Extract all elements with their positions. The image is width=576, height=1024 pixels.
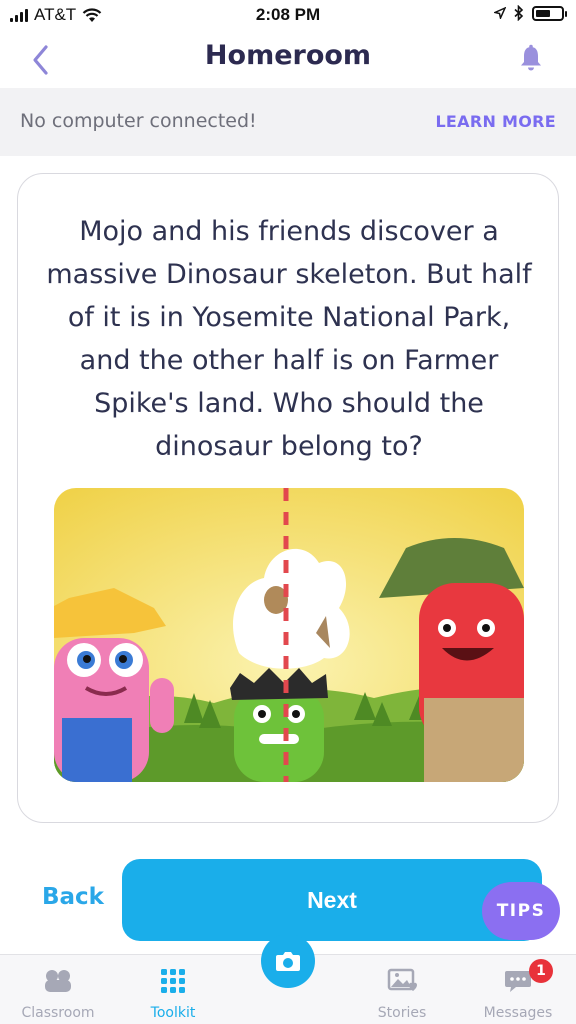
tab-label-toolkit: Toolkit	[150, 1005, 196, 1021]
tab-label-classroom: Classroom	[21, 1005, 95, 1021]
story-card: Mojo and his friends discover a massive …	[17, 173, 559, 823]
tab-classroom[interactable]: Classroom	[10, 955, 106, 1024]
status-icons	[494, 5, 567, 21]
stories-icon	[387, 968, 417, 991]
tab-label-messages: Messages	[483, 1005, 553, 1021]
next-button[interactable]: Next	[122, 859, 542, 941]
battery-level	[536, 9, 551, 17]
page-title: Homeroom	[204, 40, 372, 71]
camera-button[interactable]	[261, 934, 315, 988]
bell-icon[interactable]	[518, 44, 544, 72]
connection-banner: No computer connected! LEARN MORE	[0, 88, 576, 156]
location-arrow-icon	[494, 7, 506, 19]
navigation-bar: Homeroom	[0, 32, 576, 88]
battery-icon	[532, 5, 567, 21]
grid-icon	[161, 969, 185, 993]
connection-status-text: No computer connected!	[20, 110, 257, 132]
classroom-icon	[45, 970, 71, 992]
learn-more-link[interactable]: LEARN MORE	[435, 112, 556, 131]
bluetooth-icon	[514, 5, 524, 21]
story-illustration	[54, 488, 524, 782]
back-button[interactable]: Back	[42, 884, 104, 910]
messages-badge: 1	[529, 959, 553, 983]
camera-icon	[276, 952, 300, 971]
tab-label-stories: Stories	[377, 1005, 427, 1021]
tips-button[interactable]: TIPS	[482, 882, 560, 940]
tab-stories[interactable]: Stories	[354, 955, 450, 1024]
clock: 2:08 PM	[255, 5, 321, 24]
tab-toolkit[interactable]: Toolkit	[125, 955, 221, 1024]
story-text: Mojo and his friends discover a massive …	[46, 216, 532, 462]
status-bar: AT&T 2:08 PM	[0, 0, 576, 32]
